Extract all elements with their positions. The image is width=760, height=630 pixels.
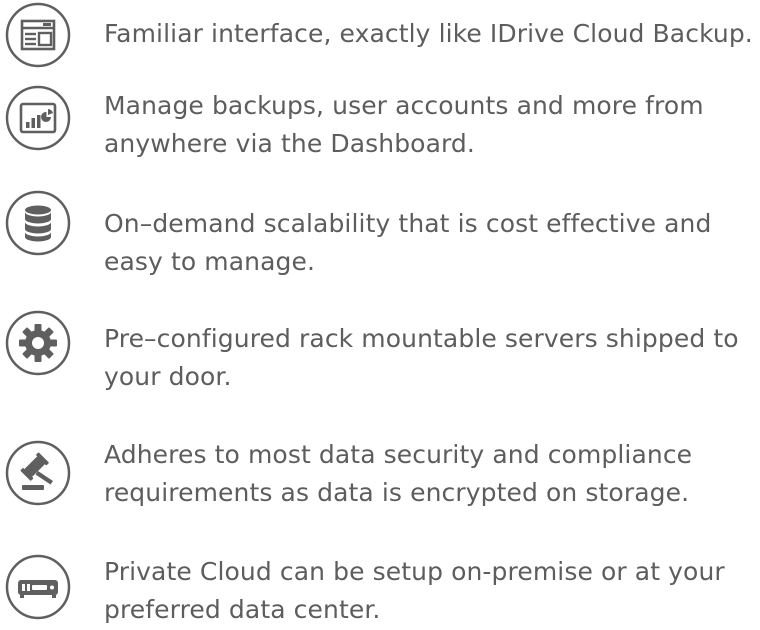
feature-private-cloud: Private Cloud can be setup on-premise or… [0,540,760,630]
feature-text: On–demand scalability that is cost effec… [104,209,712,276]
interface-window-icon [5,2,71,68]
feature-list: Familiar interface, exactly like IDrive … [0,0,760,625]
feature-dashboard: Manage backups, user accounts and more f… [0,80,760,170]
server-rack-icon [5,554,71,620]
feature-scalability: On–demand scalability that is cost effec… [0,184,760,276]
database-icon [5,190,71,256]
feature-text: Familiar interface, exactly like IDrive … [104,19,753,48]
feature-text: Private Cloud can be setup on-premise or… [104,557,725,624]
feature-compliance: Adheres to most data security and compli… [0,422,760,512]
feature-rack-servers: Pre–configured rack mountable servers sh… [0,308,760,398]
dashboard-chart-icon [5,85,71,151]
feature-text: Manage backups, user accounts and more f… [104,91,704,158]
gear-icon [5,310,71,376]
feature-text: Pre–configured rack mountable servers sh… [104,324,739,391]
feature-familiar-interface: Familiar interface, exactly like IDrive … [0,0,760,90]
gavel-icon [5,440,71,506]
feature-text: Adheres to most data security and compli… [104,440,693,507]
